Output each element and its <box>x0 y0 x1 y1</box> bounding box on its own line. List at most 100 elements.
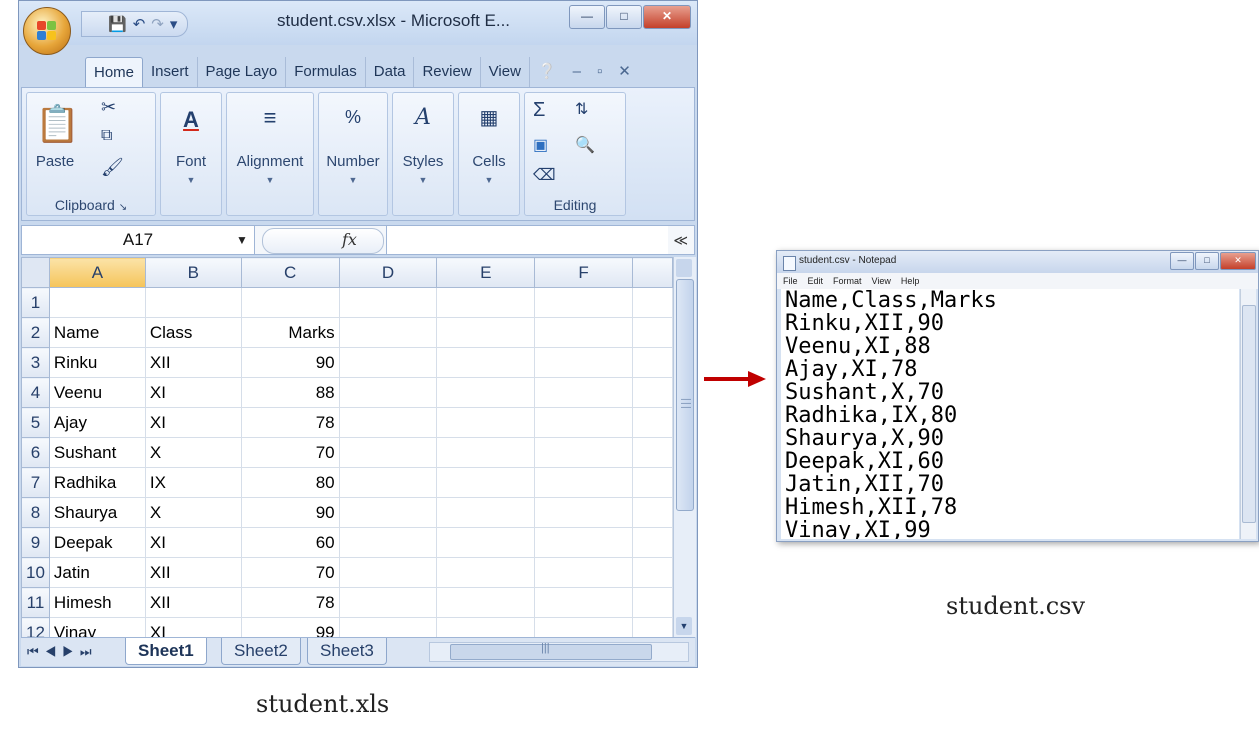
menu-help[interactable]: Help <box>901 273 920 289</box>
cell-a[interactable]: Himesh <box>48 587 146 618</box>
cell-f[interactable] <box>534 347 634 378</box>
cell-b[interactable]: IX <box>144 467 242 498</box>
cell-c[interactable] <box>240 287 340 318</box>
cell-b[interactable] <box>144 287 242 318</box>
cell-d[interactable] <box>338 587 438 618</box>
cell-f[interactable] <box>534 437 634 468</box>
cell-d[interactable] <box>338 497 438 528</box>
row-header[interactable]: 8 <box>21 497 50 528</box>
row-header[interactable]: 5 <box>21 407 50 438</box>
cell-d[interactable] <box>338 347 438 378</box>
cell-b[interactable]: X <box>144 437 242 468</box>
cell-e[interactable] <box>436 617 536 637</box>
paste-label[interactable]: Paste <box>27 153 83 170</box>
row-header[interactable]: 3 <box>21 347 50 378</box>
cell-d[interactable] <box>338 467 438 498</box>
cell-a[interactable]: Vinay <box>48 617 146 637</box>
cell-g[interactable] <box>632 347 673 378</box>
autosum-icon[interactable]: Σ <box>533 99 545 122</box>
tab-insert[interactable]: Insert <box>143 57 198 87</box>
menu-view[interactable]: View <box>872 273 891 289</box>
find-select-icon[interactable]: 🔍 <box>575 135 595 155</box>
cell-a[interactable]: Radhika <box>48 467 146 498</box>
cell-e[interactable] <box>436 317 536 348</box>
column-header-c[interactable]: C <box>240 257 340 288</box>
cell-f[interactable] <box>534 557 634 588</box>
ribbon-restore-icon[interactable]: ▫ <box>589 57 610 87</box>
cell-d[interactable] <box>338 377 438 408</box>
cell-f[interactable] <box>534 287 634 318</box>
cell-c[interactable]: 78 <box>240 587 340 618</box>
font-group[interactable]: A Font ▼ <box>160 92 222 216</box>
cell-f[interactable] <box>534 587 634 618</box>
cell-c[interactable]: 90 <box>240 497 340 528</box>
tab-review[interactable]: Review <box>414 57 481 87</box>
insert-function-icon[interactable]: fx <box>342 226 357 254</box>
cell-d[interactable] <box>338 287 438 318</box>
cells-group[interactable]: ▦ Cells ▼ <box>458 92 520 216</box>
cell-g[interactable] <box>632 557 673 588</box>
worksheet-grid[interactable]: A B C D E F 1 2 Name Class Marks 3 Rinku XII 90 4… <box>21 257 673 637</box>
sheet-tab-2[interactable]: Sheet2 <box>221 638 301 665</box>
cell-g[interactable] <box>632 467 673 498</box>
row-header[interactable]: 4 <box>21 377 50 408</box>
cell-f[interactable] <box>534 527 634 558</box>
cell-f[interactable] <box>534 317 634 348</box>
cell-a[interactable]: Veenu <box>48 377 146 408</box>
tab-home[interactable]: Home <box>85 57 144 88</box>
fill-icon[interactable]: ▣ <box>533 135 548 155</box>
cell-e[interactable] <box>436 587 536 618</box>
tab-view[interactable]: View <box>481 57 530 87</box>
sheet-tab-1[interactable]: Sheet1 <box>125 638 207 665</box>
cell-b[interactable]: XI <box>144 617 242 637</box>
cell-g[interactable] <box>632 527 673 558</box>
row-header[interactable]: 11 <box>21 587 50 618</box>
cell-e[interactable] <box>436 407 536 438</box>
select-all-corner[interactable] <box>21 257 50 288</box>
alignment-group[interactable]: ≡ Alignment ▼ <box>226 92 314 216</box>
horizontal-scroll-thumb[interactable]: ||| <box>450 642 652 660</box>
sheet-nav-icons[interactable]: ⏮◀▶⏭ <box>27 638 98 666</box>
notepad-close-button[interactable]: ✕ <box>1220 252 1256 270</box>
vertical-scrollbar[interactable]: — — — ▼ <box>673 257 696 637</box>
customize-qat-icon[interactable]: ▾ <box>170 15 178 33</box>
paste-icon[interactable]: 📋 <box>35 103 80 145</box>
name-box[interactable]: A17 <box>22 226 255 254</box>
close-button[interactable]: ✕ <box>643 5 691 29</box>
cell-b[interactable]: XI <box>144 527 242 558</box>
maximize-button[interactable]: □ <box>606 5 642 29</box>
cell-b[interactable]: X <box>144 497 242 528</box>
scroll-up-icon[interactable] <box>676 259 692 277</box>
row-header[interactable]: 2 <box>21 317 50 348</box>
help-icon[interactable]: ❔ <box>530 57 565 87</box>
cell-b[interactable]: Class <box>144 317 242 348</box>
cell-e[interactable] <box>436 527 536 558</box>
cell-c[interactable]: 88 <box>240 377 340 408</box>
format-painter-icon[interactable]: 🖌 <box>101 157 124 178</box>
cell-e[interactable] <box>436 347 536 378</box>
office-button[interactable] <box>23 7 71 55</box>
column-header-d[interactable]: D <box>338 257 438 288</box>
expand-formula-bar-icon[interactable]: ≪ <box>673 226 688 254</box>
cell-f[interactable] <box>534 407 634 438</box>
cell-e[interactable] <box>436 497 536 528</box>
row-header[interactable]: 7 <box>21 467 50 498</box>
sort-filter-icon[interactable]: ⇅ <box>575 99 588 119</box>
notepad-maximize-button[interactable]: □ <box>1195 252 1219 270</box>
cell-a[interactable]: Name <box>48 317 146 348</box>
cell-d[interactable] <box>338 407 438 438</box>
save-icon[interactable]: 💾 <box>108 15 127 33</box>
cell-e[interactable] <box>436 557 536 588</box>
cell-g[interactable] <box>632 317 673 348</box>
cell-c[interactable]: 80 <box>240 467 340 498</box>
cell-d[interactable] <box>338 557 438 588</box>
cell-e[interactable] <box>436 437 536 468</box>
cell-e[interactable] <box>436 287 536 318</box>
cell-b[interactable]: XII <box>144 587 242 618</box>
cell-c[interactable]: 70 <box>240 557 340 588</box>
tab-formulas[interactable]: Formulas <box>286 57 366 87</box>
notepad-minimize-button[interactable]: — <box>1170 252 1194 270</box>
row-header[interactable]: 12 <box>21 617 50 637</box>
cell-f[interactable] <box>534 467 634 498</box>
column-header-e[interactable]: E <box>436 257 536 288</box>
